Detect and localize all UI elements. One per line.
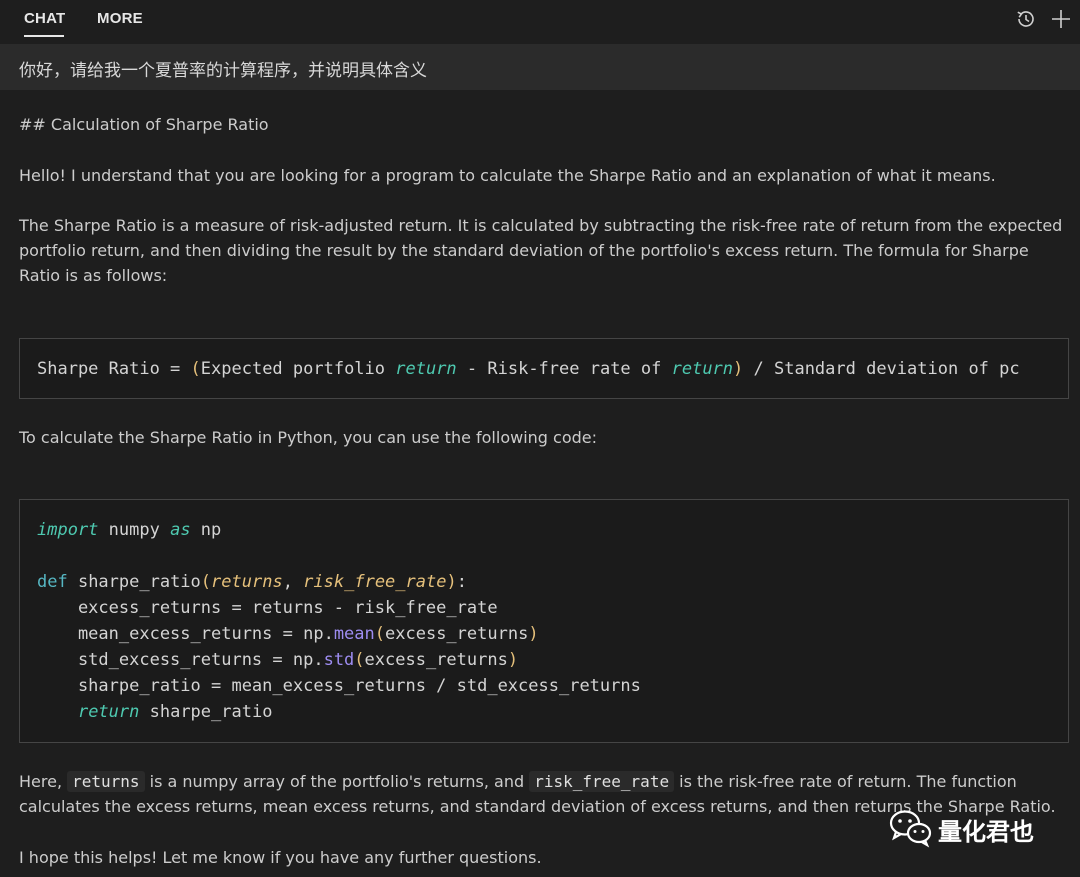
watermark: 量化君也 bbox=[888, 808, 1058, 848]
formula-line: Sharpe Ratio = (Expected portfolio retur… bbox=[37, 359, 1020, 379]
code-line: import numpy as np bbox=[37, 520, 222, 540]
inline-code-risk-free-rate: risk_free_rate bbox=[529, 771, 675, 792]
wechat-icon bbox=[889, 810, 932, 848]
response-intro: Hello! I understand that you are looking… bbox=[19, 166, 996, 185]
top-bar: CHAT MORE bbox=[0, 0, 1080, 44]
code-line: excess_returns = returns - risk_free_rat… bbox=[37, 598, 498, 618]
history-icon[interactable] bbox=[1014, 7, 1038, 31]
tab-more[interactable]: MORE bbox=[97, 10, 143, 27]
tab-chat[interactable]: CHAT bbox=[24, 10, 65, 27]
plus-icon[interactable] bbox=[1049, 7, 1073, 31]
code-line: return sharpe_ratio bbox=[77, 702, 273, 722]
code-line: sharpe_ratio = mean_excess_returns / std… bbox=[37, 676, 641, 696]
response-closing: I hope this helps! Let me know if you ha… bbox=[19, 848, 542, 867]
code-line: mean_excess_returns = np.mean(excess_ret… bbox=[37, 624, 539, 644]
user-prompt-text: 你好，请给我一个夏普率的计算程序，并说明具体含义 bbox=[19, 61, 427, 81]
code-line: def sharpe_ratio(returns, risk_free_rate… bbox=[37, 572, 467, 592]
user-prompt-bar: 你好，请给我一个夏普率的计算程序，并说明具体含义 bbox=[0, 44, 1080, 90]
formula-code-block: Sharpe Ratio = (Expected portfolio retur… bbox=[19, 338, 1069, 399]
response-heading: ## Calculation of Sharpe Ratio bbox=[19, 115, 269, 134]
response-definition: The Sharpe Ratio is a measure of risk-ad… bbox=[19, 216, 1063, 285]
code-intro: To calculate the Sharpe Ratio in Python,… bbox=[19, 428, 597, 447]
code-line: std_excess_returns = np.std(excess_retur… bbox=[37, 650, 519, 670]
active-tab-indicator bbox=[24, 35, 64, 37]
inline-code-returns: returns bbox=[67, 771, 145, 792]
watermark-text: 量化君也 bbox=[938, 818, 1034, 846]
python-code-block: import numpy as np def sharpe_ratio(retu… bbox=[19, 499, 1069, 743]
